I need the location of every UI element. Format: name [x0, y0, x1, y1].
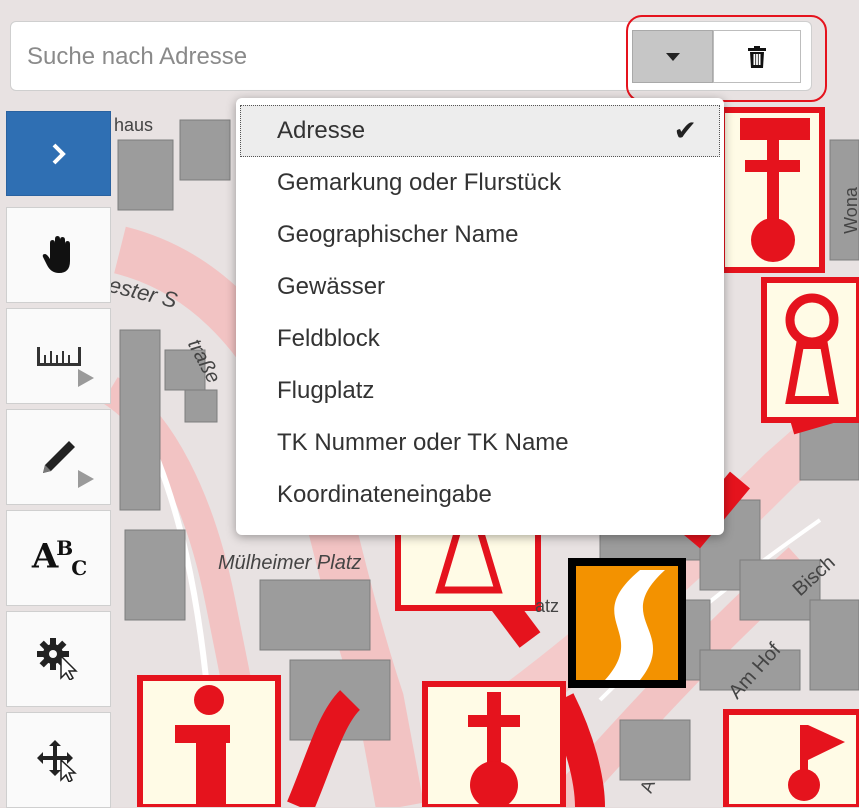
move-arrows-icon	[36, 740, 77, 782]
chevron-right-icon	[52, 143, 66, 164]
clear-search-button[interactable]	[713, 30, 801, 83]
menu-item-tk-nummer[interactable]: TK Nummer oder TK Name	[240, 417, 720, 469]
search-type-dropdown-button[interactable]	[632, 30, 713, 83]
map-label-top: haus	[114, 115, 154, 135]
poi-cross-icon	[422, 681, 566, 807]
pan-tool-button[interactable]	[6, 207, 111, 303]
menu-item-geographischer-name[interactable]: Geographischer Name	[240, 209, 720, 261]
menu-item-flugplatz[interactable]: Flugplatz	[240, 365, 720, 417]
poi-pawn-icon	[761, 277, 859, 423]
menu-item-label: Flugplatz	[277, 377, 375, 404]
poi-info-icon	[137, 675, 281, 807]
map-label-square: Mülheimer Platz	[218, 552, 362, 574]
move-tool-button[interactable]	[6, 712, 111, 808]
hand-icon	[42, 236, 70, 273]
trash-icon	[748, 45, 766, 68]
expand-toolbar-button[interactable]	[6, 111, 111, 196]
pencil-icon	[42, 441, 75, 473]
map-label-square-small: atz	[535, 596, 560, 616]
gear-cursor-icon	[36, 638, 78, 680]
address-search-bar	[10, 21, 812, 91]
menu-item-gewaesser[interactable]: Gewässer	[240, 261, 720, 313]
menu-item-label: TK Nummer oder TK Name	[277, 429, 569, 456]
checkmark-icon: ✔	[673, 115, 697, 146]
menu-item-adresse[interactable]: Adresse ✔	[240, 105, 720, 157]
submenu-arrow-icon	[78, 369, 94, 387]
measure-tool-button[interactable]	[6, 308, 111, 404]
menu-item-label: Geographischer Name	[277, 221, 519, 248]
menu-item-label: Gewässer	[277, 273, 386, 300]
submenu-arrow-icon	[78, 470, 94, 488]
draw-tool-button[interactable]	[6, 409, 111, 505]
ruler-icon	[36, 347, 81, 366]
search-input[interactable]	[25, 32, 629, 82]
settings-tool-button[interactable]	[6, 611, 111, 707]
abc-icon: ABC	[31, 535, 87, 581]
menu-item-koordinateneingabe[interactable]: Koordinateneingabe	[240, 469, 720, 521]
text-tool-button[interactable]: ABC	[6, 510, 111, 606]
menu-item-label: Gemarkung oder Flurstück	[277, 169, 562, 196]
menu-item-label: Adresse	[277, 117, 366, 144]
menu-item-gemarkung[interactable]: Gemarkung oder Flurstück	[240, 157, 720, 209]
search-type-menu: Adresse ✔ Gemarkung oder Flurstück Geogr…	[236, 98, 724, 535]
menu-item-label: Feldblock	[277, 325, 380, 352]
map-label-right: Wona	[840, 187, 859, 234]
menu-item-feldblock[interactable]: Feldblock	[240, 313, 720, 365]
poi-flag-icon	[723, 709, 859, 807]
poi-monument-icon	[719, 107, 825, 273]
poi-orange-logo-icon	[568, 558, 686, 688]
caret-down-icon	[665, 52, 680, 61]
menu-item-label: Koordinateneingabe	[277, 481, 492, 508]
